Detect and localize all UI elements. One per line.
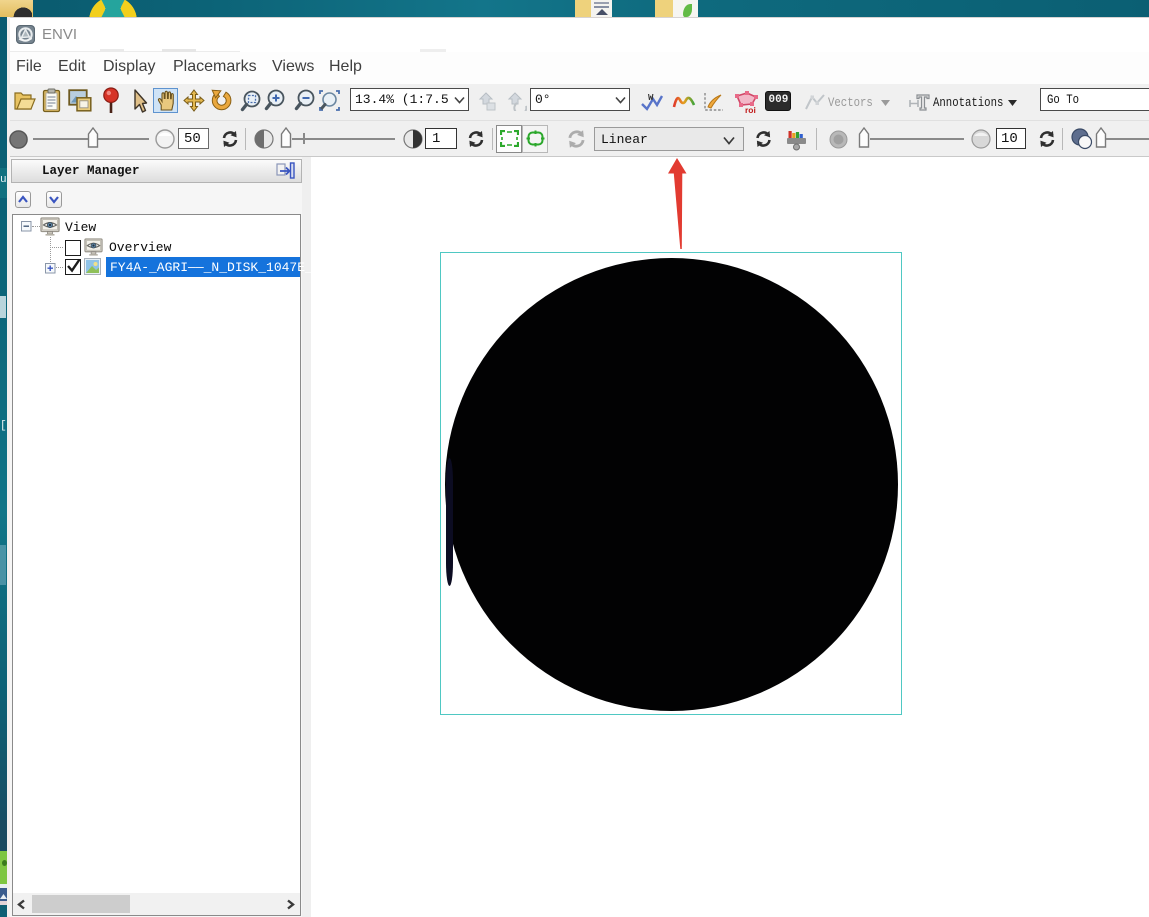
svg-text:roi: roi [745,105,756,114]
svg-text:W: W [648,93,654,103]
